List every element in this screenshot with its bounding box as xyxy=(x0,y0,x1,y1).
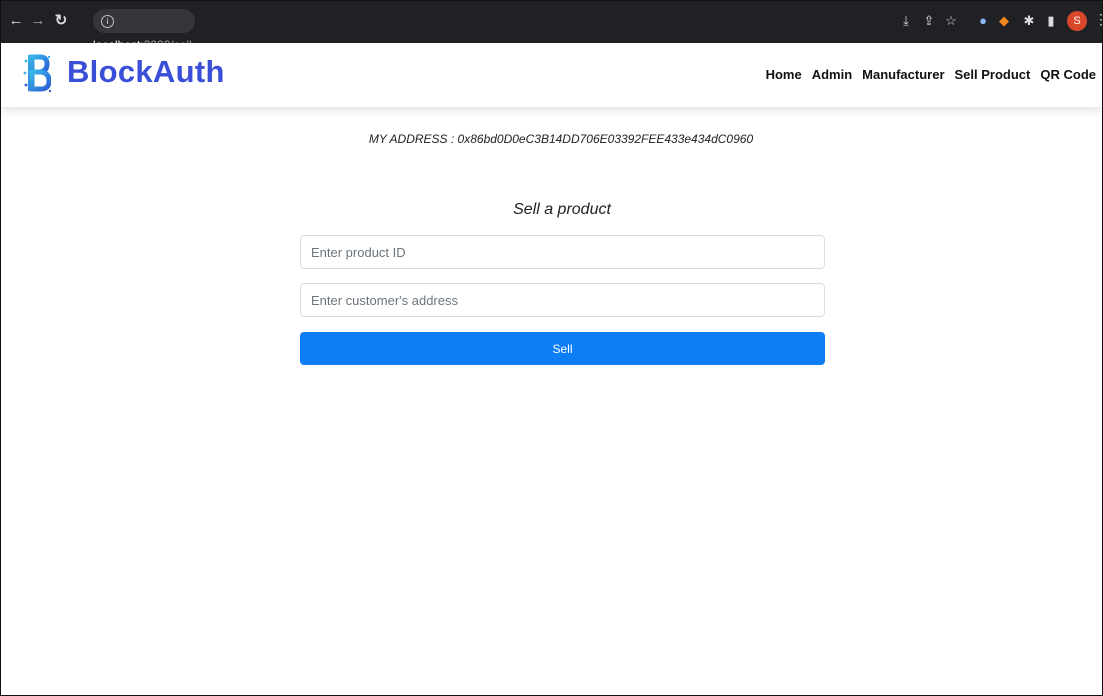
reload-icon[interactable]: ↻ xyxy=(52,12,70,30)
site-navbar: BlockAuth Home Admin Manufacturer Sell P… xyxy=(1,43,1102,107)
nav-links: Home Admin Manufacturer Sell Product QR … xyxy=(766,67,1096,82)
nav-link-home[interactable]: Home xyxy=(766,67,802,82)
browser-window: ← → ↻ ilocalhost:3000/sell ⤓ ⇪ ☆ ● ◆ ✱ ▮… xyxy=(0,0,1103,696)
profile-avatar[interactable]: S xyxy=(1067,11,1087,31)
nav-link-admin[interactable]: Admin xyxy=(812,67,852,82)
nav-link-sell-product[interactable]: Sell Product xyxy=(955,67,1031,82)
metamask-fox-icon[interactable]: ◆ xyxy=(996,13,1012,29)
info-icon[interactable]: i xyxy=(101,15,114,29)
bookmark-star-icon[interactable]: ☆ xyxy=(943,13,959,29)
browser-menu-icon[interactable]: ⋮ xyxy=(1094,11,1102,28)
extensions-puzzle-icon[interactable]: ✱ xyxy=(1021,13,1037,29)
side-panel-icon[interactable]: ▮ xyxy=(1043,13,1059,29)
nav-link-qr-code[interactable]: QR Code xyxy=(1040,67,1096,82)
install-app-icon[interactable]: ⤓ xyxy=(898,13,914,29)
back-arrow-icon[interactable]: ← xyxy=(7,12,25,30)
nav-link-manufacturer[interactable]: Manufacturer xyxy=(862,67,944,82)
product-id-input[interactable] xyxy=(300,235,825,269)
form-title: Sell a product xyxy=(513,201,611,218)
share-icon[interactable]: ⇪ xyxy=(921,13,937,29)
wallet-address: MY ADDRESS : 0x86bd0D0eC3B14DD706E03392F… xyxy=(368,132,754,146)
browser-toolbar: ← → ↻ ilocalhost:3000/sell ⤓ ⇪ ☆ ● ◆ ✱ ▮… xyxy=(1,1,1102,52)
forward-arrow-icon[interactable]: → xyxy=(29,12,47,30)
address-bar[interactable]: ilocalhost:3000/sell xyxy=(93,9,195,52)
blockauth-logo-icon xyxy=(23,54,51,93)
customer-address-input[interactable] xyxy=(300,283,825,317)
brand-name[interactable]: BlockAuth xyxy=(67,54,225,90)
sell-button[interactable]: Sell xyxy=(300,332,825,365)
extension-icon[interactable]: ● xyxy=(975,13,991,29)
